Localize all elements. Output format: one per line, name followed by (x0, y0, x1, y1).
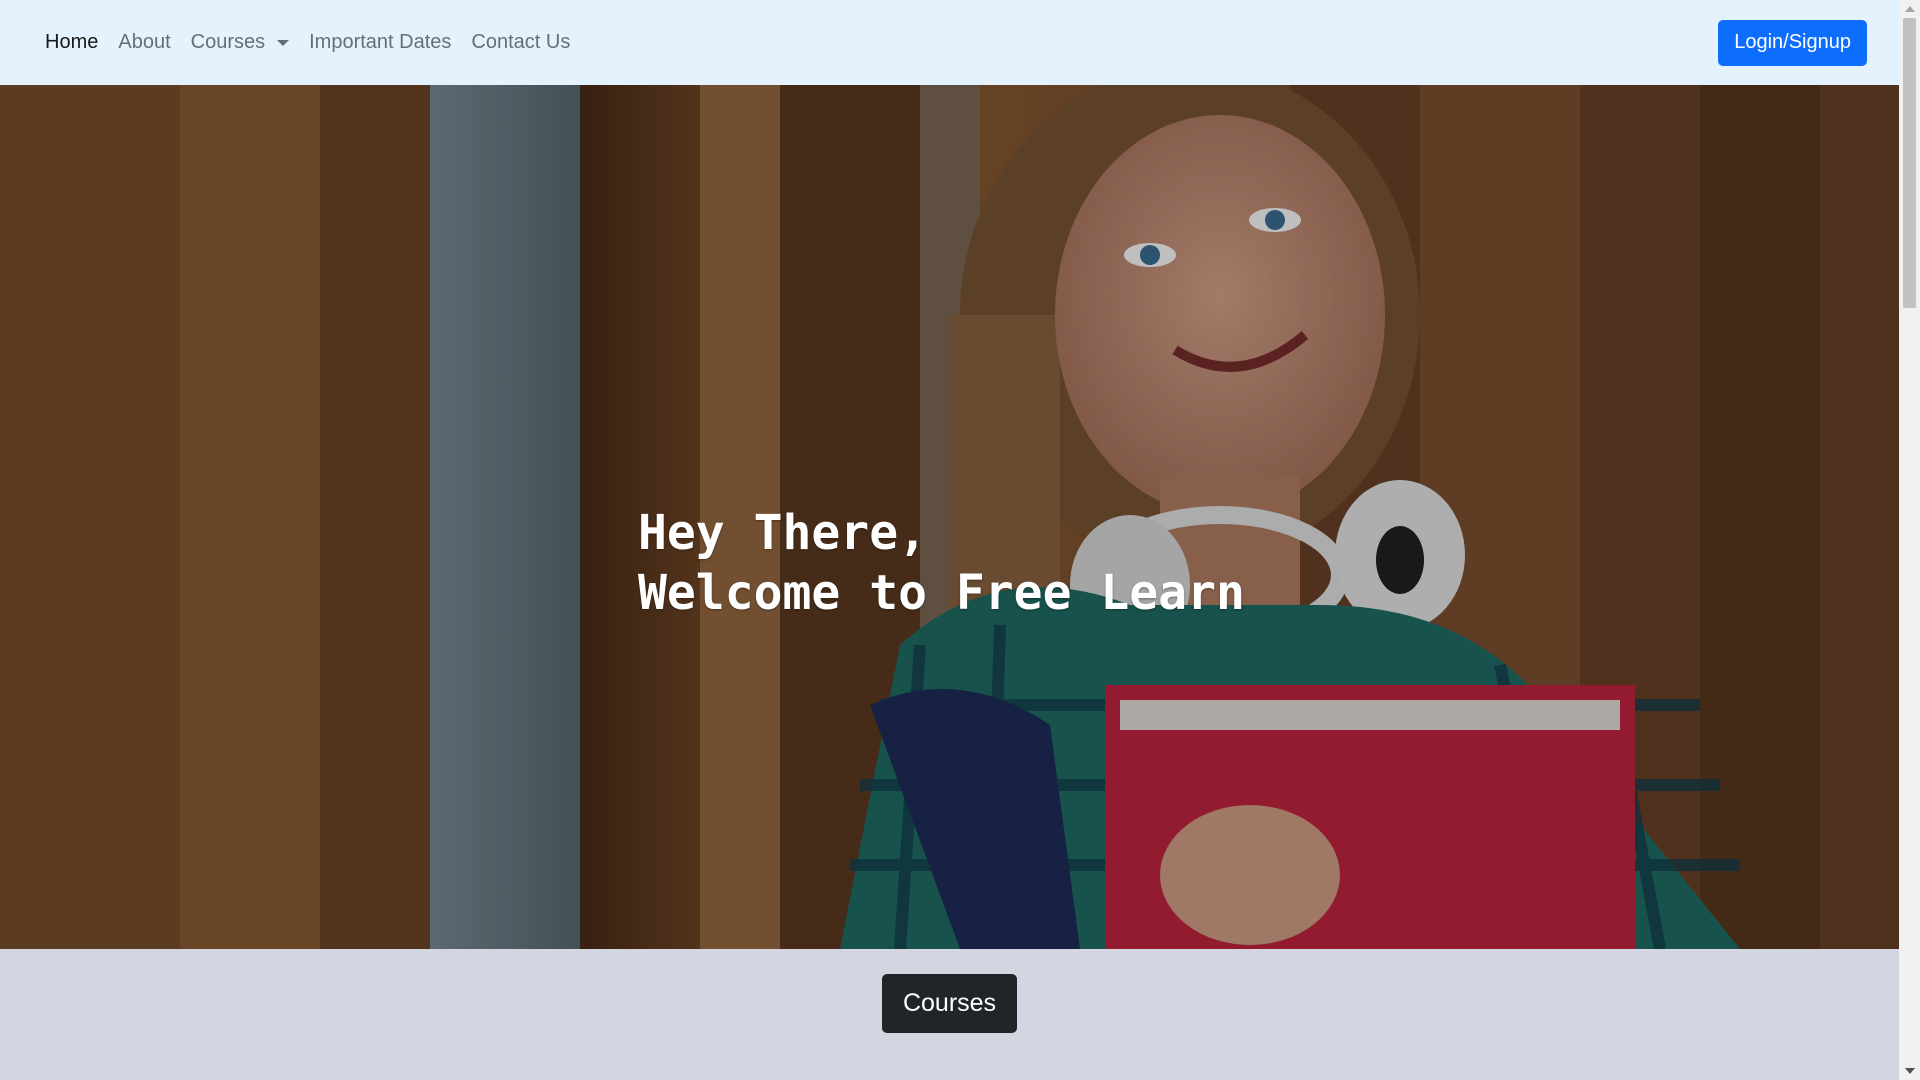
login-signup-button[interactable]: Login/Signup (1718, 19, 1867, 66)
page-scrollbar[interactable] (1899, 0, 1920, 1080)
scrollbar-thumb[interactable] (1903, 18, 1916, 308)
nav-contact-link[interactable]: Contact Us (471, 31, 570, 54)
courses-section: Courses (0, 949, 1899, 1080)
chevron-down-icon (277, 39, 290, 46)
courses-button[interactable]: Courses (881, 974, 1018, 1033)
nav-links: Home About Courses Important Dates Conta… (45, 31, 590, 54)
nav-important-dates-link[interactable]: Important Dates (309, 31, 451, 54)
nav-courses-label: Courses (190, 31, 266, 53)
nav-home-link[interactable]: Home (45, 31, 98, 54)
hero-heading: Hey There, Welcome to Free Learn (638, 503, 1245, 623)
scroll-down-icon[interactable] (1905, 1068, 1915, 1074)
hero-heading-line1: Hey There, (638, 505, 927, 561)
navbar: Home About Courses Important Dates Conta… (0, 0, 1899, 85)
hero-banner: Hey There, Welcome to Free Learn (0, 85, 1899, 949)
scroll-up-icon[interactable] (1905, 6, 1915, 12)
nav-about-link[interactable]: About (118, 31, 170, 54)
nav-courses-dropdown[interactable]: Courses (190, 31, 290, 54)
hero-heading-line2: Welcome to Free Learn (638, 565, 1245, 621)
